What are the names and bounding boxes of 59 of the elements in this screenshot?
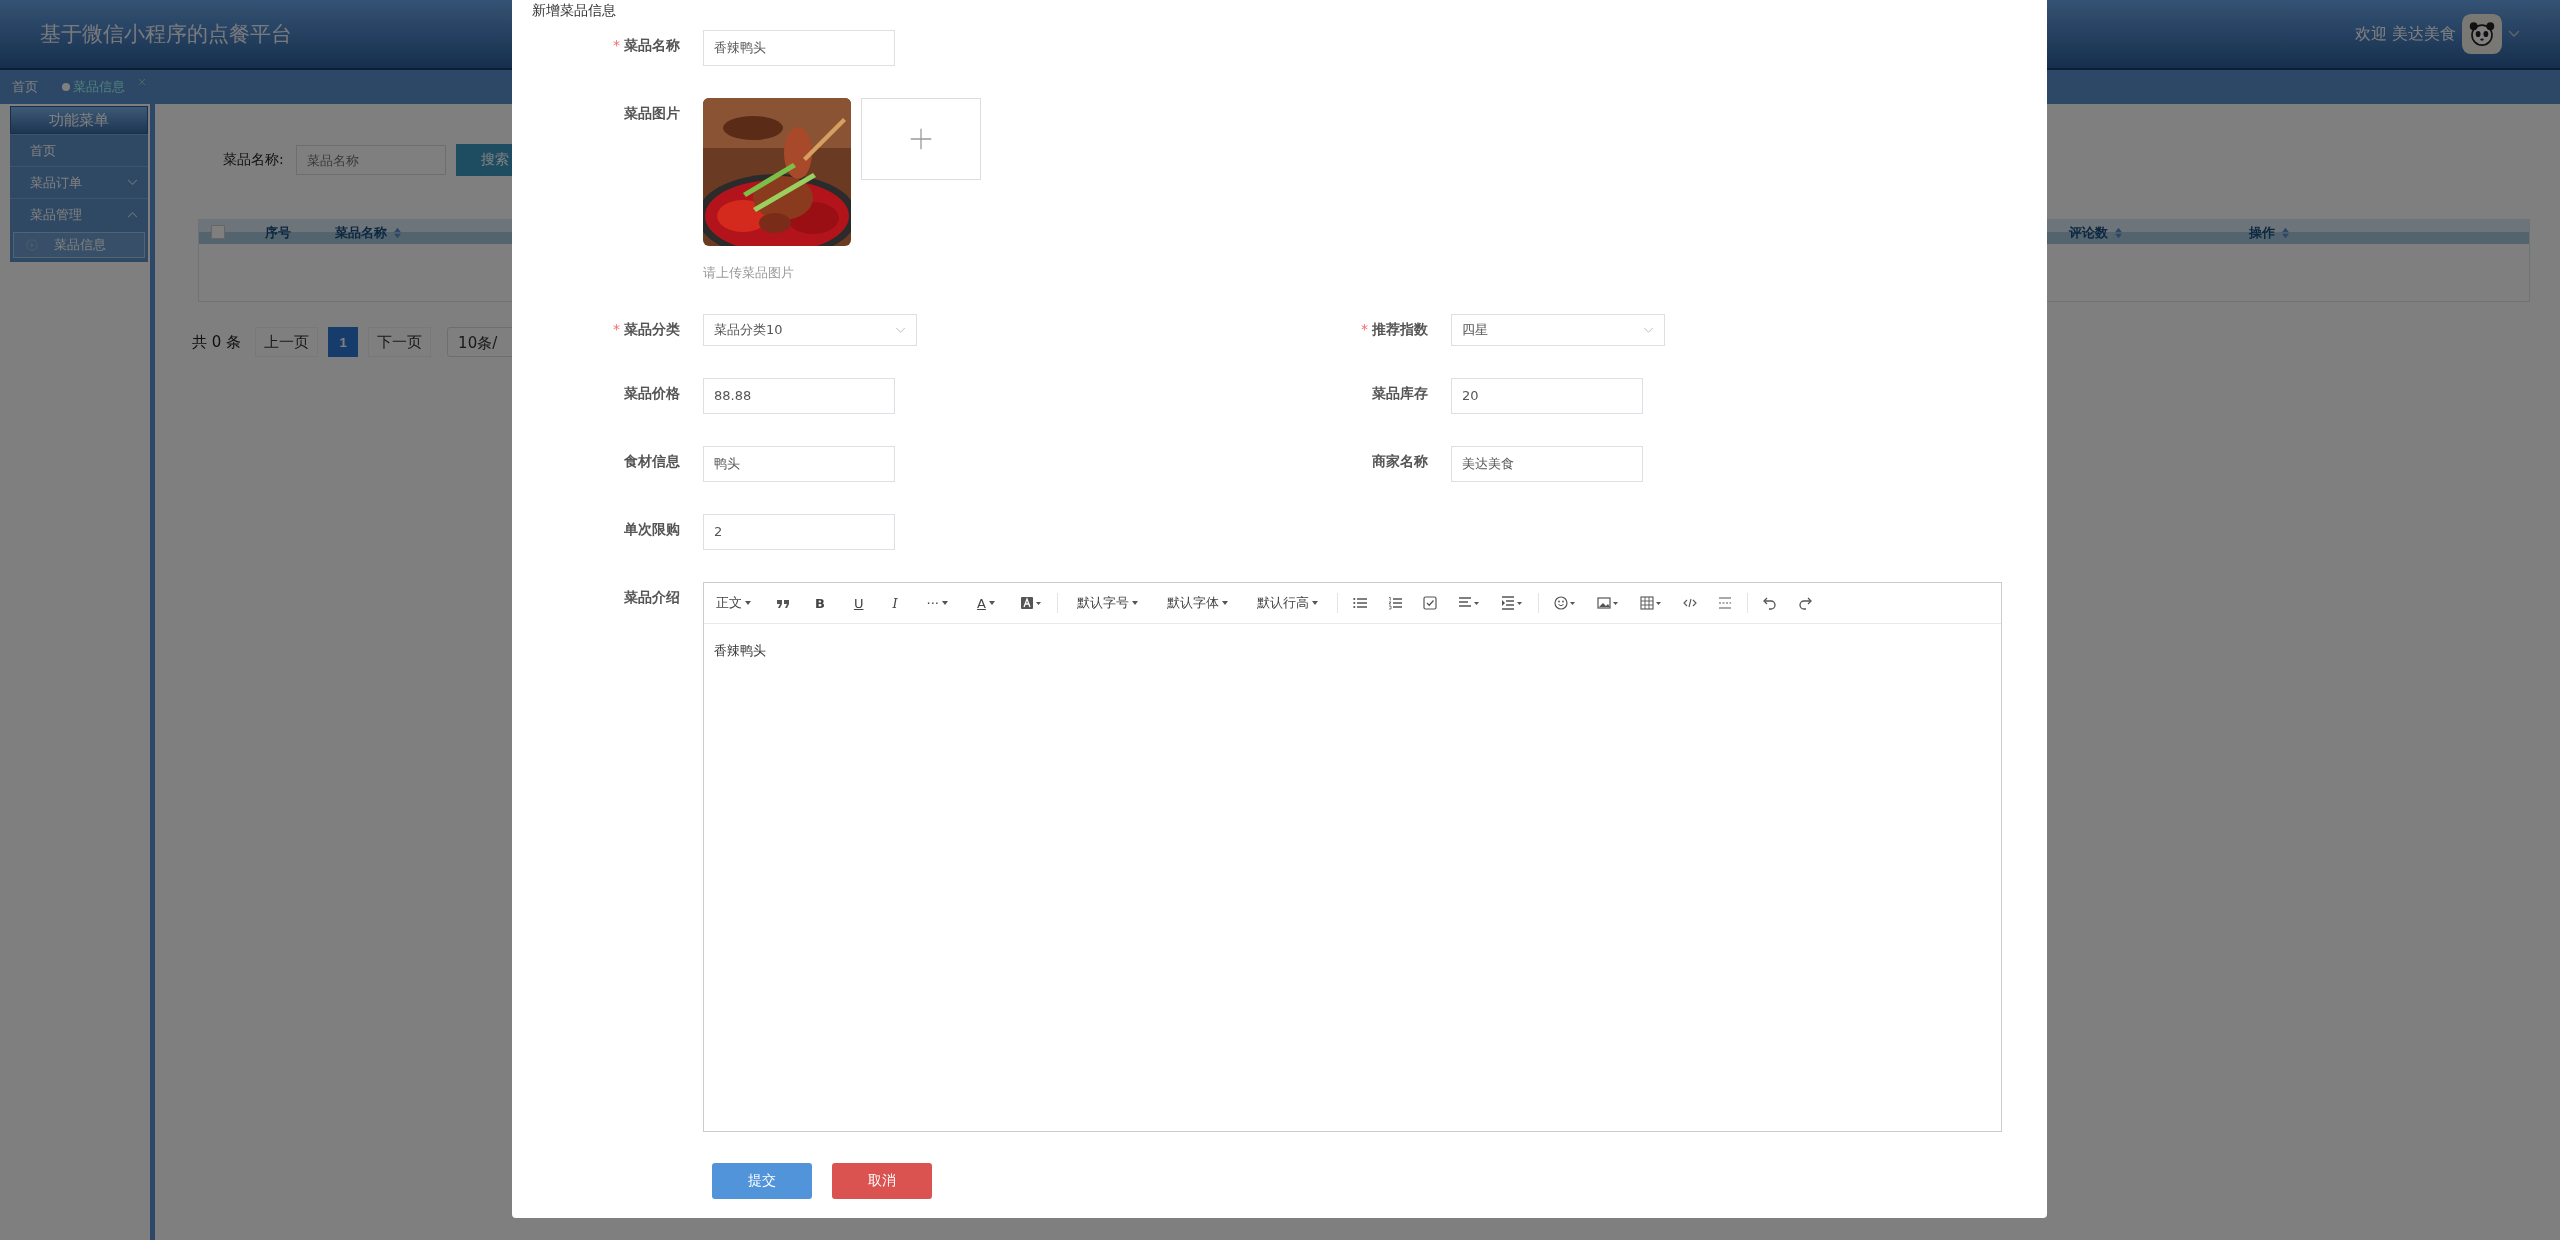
field-label: 单次限购 [623, 520, 681, 539]
field-label: * 推荐指数 [1360, 320, 1429, 339]
dialog-title: 新增菜品信息 [531, 1, 617, 20]
text-field[interactable]: 鸭头 [703, 446, 895, 482]
numbered-list-icon[interactable] [1387, 596, 1402, 610]
align-icon[interactable] [1457, 596, 1480, 610]
select-all-checkbox[interactable] [211, 225, 225, 239]
cancel-button[interactable]: 取消 [832, 1163, 932, 1199]
menu-title: 功能菜单 [10, 106, 148, 134]
select-field[interactable]: 四星 [1451, 314, 1665, 346]
field-label: 菜品库存 [1371, 384, 1429, 403]
text-field[interactable]: 美达美食 [1451, 446, 1643, 482]
text-field[interactable]: 2 [703, 514, 895, 550]
indent-icon[interactable] [1500, 596, 1523, 610]
plus-icon [909, 127, 933, 151]
undo-icon[interactable] [1762, 596, 1777, 610]
field-label: * 菜品名称 [612, 36, 681, 55]
table-icon[interactable] [1639, 596, 1662, 610]
chevron-down-icon [895, 326, 906, 334]
emoji-icon[interactable] [1553, 596, 1576, 610]
image-icon[interactable] [1596, 596, 1619, 610]
required-mark: * [613, 321, 620, 337]
search-label: 菜品名称: [223, 151, 284, 169]
upload-hint: 请上传菜品图片 [703, 264, 795, 282]
bullet-list-icon[interactable] [1352, 596, 1367, 610]
chevron-down-icon [1643, 326, 1654, 334]
previous-page-button[interactable]: 上一页 [255, 327, 319, 357]
font-color-dropdown[interactable]: A [973, 595, 999, 611]
editor-text[interactable]: 香辣鸭头 [704, 624, 2001, 1131]
line-height-dropdown[interactable]: 默认行高 [1252, 594, 1322, 612]
field-label: 菜品介绍 [623, 588, 681, 607]
bold-button[interactable]: B [811, 595, 829, 611]
heading-dropdown[interactable]: 正文 [712, 594, 755, 612]
text-field[interactable]: 88.88 [703, 378, 895, 414]
field-label: 食材信息 [623, 452, 681, 471]
next-page-button[interactable]: 下一页 [368, 327, 432, 357]
total-count: 共 0 条 [192, 332, 242, 352]
text-field[interactable]: 香辣鸭头 [703, 30, 895, 66]
required-mark: * [613, 37, 620, 53]
field-label: 商家名称 [1371, 452, 1429, 471]
redo-icon[interactable] [1797, 596, 1812, 610]
app-title: 基于微信小程序的点餐平台 [40, 21, 292, 48]
field-label: 菜品价格 [623, 384, 681, 403]
field-label: 菜品图片 [623, 104, 681, 123]
code-icon[interactable] [1682, 596, 1697, 610]
more-dropdown[interactable]: ··· [922, 595, 952, 611]
text-field[interactable]: 20 [1451, 378, 1643, 414]
background-color-icon[interactable] [1019, 596, 1042, 610]
font-size-dropdown[interactable]: 默认字号 [1072, 594, 1142, 612]
select-field[interactable]: 菜品分类10 [703, 314, 917, 346]
underline-button[interactable]: U [849, 595, 868, 611]
search-field[interactable]: 菜品名称 [295, 145, 446, 175]
required-mark: * [1361, 321, 1368, 337]
checklist-icon[interactable] [1422, 596, 1437, 610]
font-family-dropdown[interactable]: 默认字体 [1162, 594, 1232, 612]
avatar-icon[interactable] [2462, 14, 2502, 54]
italic-button[interactable]: I [888, 595, 902, 611]
welcome-text: 欢迎 美达美食 [2354, 23, 2456, 45]
field-label: * 菜品分类 [612, 320, 681, 339]
